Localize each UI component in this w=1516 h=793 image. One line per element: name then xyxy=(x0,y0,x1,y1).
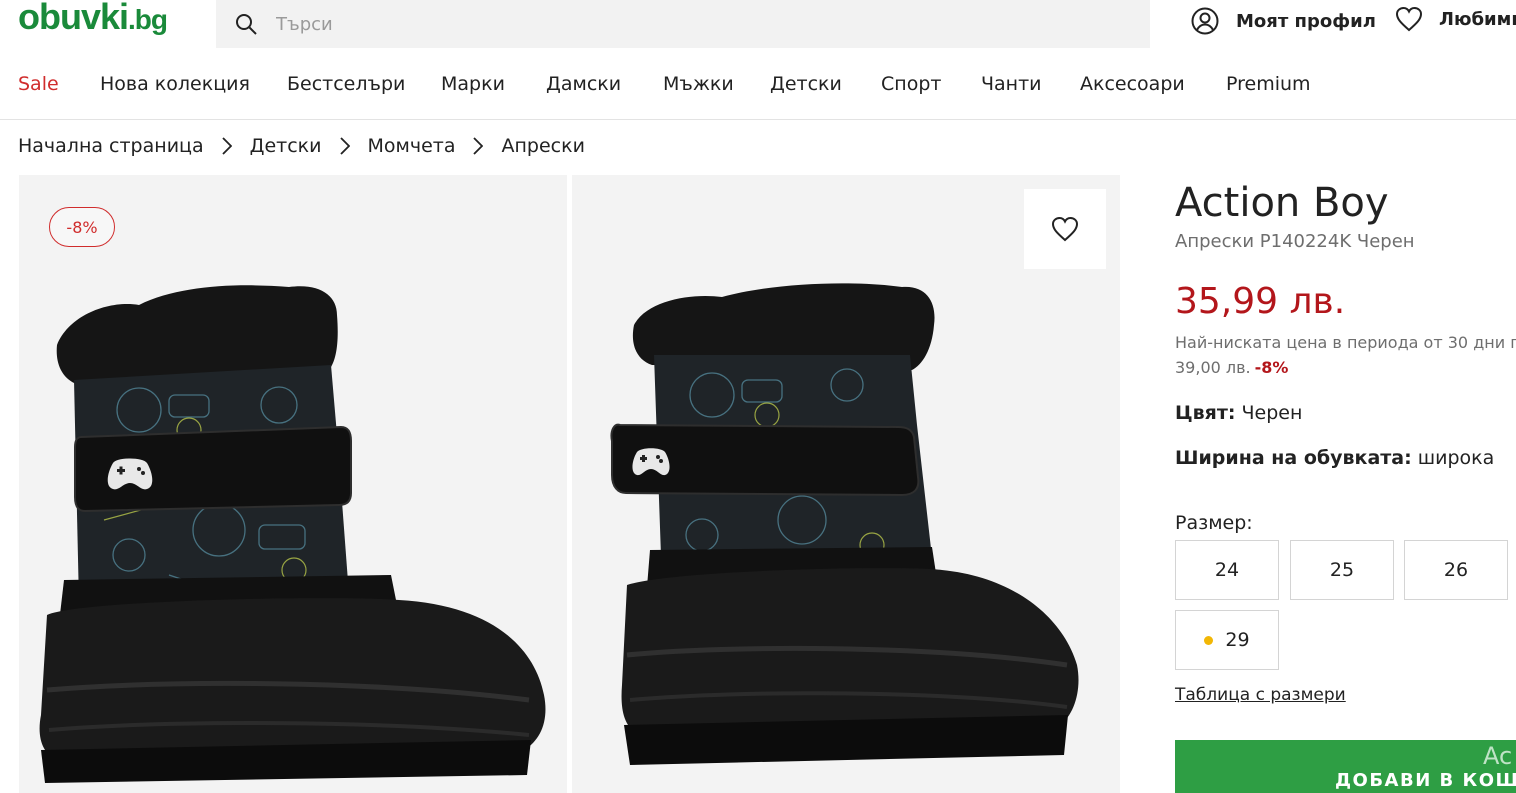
breadcrumb-apreski[interactable]: Апрески xyxy=(501,135,584,157)
breadcrumb: Начална страница Детски Момчета Апрески xyxy=(18,133,585,159)
size-value: 24 xyxy=(1214,559,1240,581)
color-attribute: Цвят: Черен xyxy=(1175,402,1302,424)
favorites-label: Любими xyxy=(1439,8,1516,30)
discount-badge: -8% xyxy=(49,207,115,247)
add-to-cart-label: ДОБАВИ В КОШНИ xyxy=(1335,770,1516,791)
boot-image-side xyxy=(39,285,546,783)
boot-image-angle xyxy=(610,283,1079,765)
old-price: 39,00 лв. xyxy=(1175,358,1251,377)
search-bar[interactable] xyxy=(216,0,1150,48)
breadcrumb-kids[interactable]: Детски xyxy=(250,135,322,157)
nav-item-new-collection[interactable]: Нова колекция xyxy=(100,73,250,95)
add-to-cart-button[interactable]: Ac ДОБАВИ В КОШНИ xyxy=(1175,740,1516,793)
nav-item-bags[interactable]: Чанти xyxy=(981,73,1042,95)
size-value: 29 xyxy=(1225,629,1250,651)
product-brand[interactable]: Action Boy xyxy=(1175,180,1389,226)
nav-item-accessories[interactable]: Аксесоари xyxy=(1080,73,1185,95)
site-logo[interactable]: obuvki.bg xyxy=(18,0,168,38)
old-price-discount: -8% xyxy=(1254,358,1289,377)
chevron-right-icon xyxy=(221,137,232,155)
breadcrumb-boys[interactable]: Момчета xyxy=(368,135,456,157)
size-value: 25 xyxy=(1329,559,1355,581)
nav-item-women[interactable]: Дамски xyxy=(546,73,621,95)
user-icon xyxy=(1191,7,1219,35)
site-header: obuvki.bg Моят профил Любими xyxy=(0,0,1516,50)
size-option-25[interactable]: 25 xyxy=(1290,540,1394,600)
size-option-26[interactable]: 26 xyxy=(1404,540,1508,600)
color-label: Цвят: xyxy=(1175,402,1236,424)
favorites-link[interactable]: Любими xyxy=(1395,6,1516,32)
profile-label: Моят профил xyxy=(1236,10,1376,32)
width-label: Ширина на обувката: xyxy=(1175,447,1412,469)
nav-divider xyxy=(0,119,1516,120)
nav-item-sport[interactable]: Спорт xyxy=(881,73,941,95)
width-value: широка xyxy=(1417,447,1495,469)
add-to-cart-overlay-text: Ac xyxy=(1483,742,1513,770)
size-label: Размер: xyxy=(1175,512,1253,534)
size-option-29[interactable]: 29 xyxy=(1175,610,1279,670)
lowest-price-note: Най-ниската цена в периода от 30 дни п xyxy=(1175,333,1516,352)
nav-item-kids[interactable]: Детски xyxy=(770,73,842,95)
nav-item-premium[interactable]: Premium xyxy=(1226,73,1311,95)
search-input[interactable] xyxy=(276,13,1076,35)
nav-item-sale[interactable]: Sale xyxy=(18,73,59,95)
width-attribute: Ширина на обувката: широка xyxy=(1175,447,1494,469)
color-value: Черен xyxy=(1241,402,1303,424)
old-price-row: 39,00 лв. -8% xyxy=(1175,358,1288,377)
size-option-24[interactable]: 24 xyxy=(1175,540,1279,600)
product-image-2[interactable] xyxy=(572,175,1120,793)
nav-item-brands[interactable]: Марки xyxy=(441,73,505,95)
main-nav: Sale Нова колекция Бестселъри Марки Дамс… xyxy=(0,70,1516,100)
product-price: 35,99 лв. xyxy=(1175,281,1346,322)
low-stock-dot xyxy=(1204,635,1214,645)
chevron-right-icon xyxy=(473,137,484,155)
heart-icon xyxy=(1395,6,1423,32)
product-image-1[interactable]: -8% xyxy=(19,175,567,793)
profile-link[interactable]: Моят профил xyxy=(1190,6,1376,36)
product-subtitle: Апрески P140224K Черен xyxy=(1175,231,1415,252)
size-table-link[interactable]: Таблица с размери xyxy=(1175,685,1346,705)
chevron-right-icon xyxy=(339,137,350,155)
size-value: 26 xyxy=(1443,559,1469,581)
nav-item-men[interactable]: Мъжки xyxy=(663,73,734,95)
breadcrumb-home[interactable]: Начална страница xyxy=(18,135,204,157)
nav-item-bestsellers[interactable]: Бестселъри xyxy=(287,73,405,95)
search-icon[interactable] xyxy=(234,12,258,36)
